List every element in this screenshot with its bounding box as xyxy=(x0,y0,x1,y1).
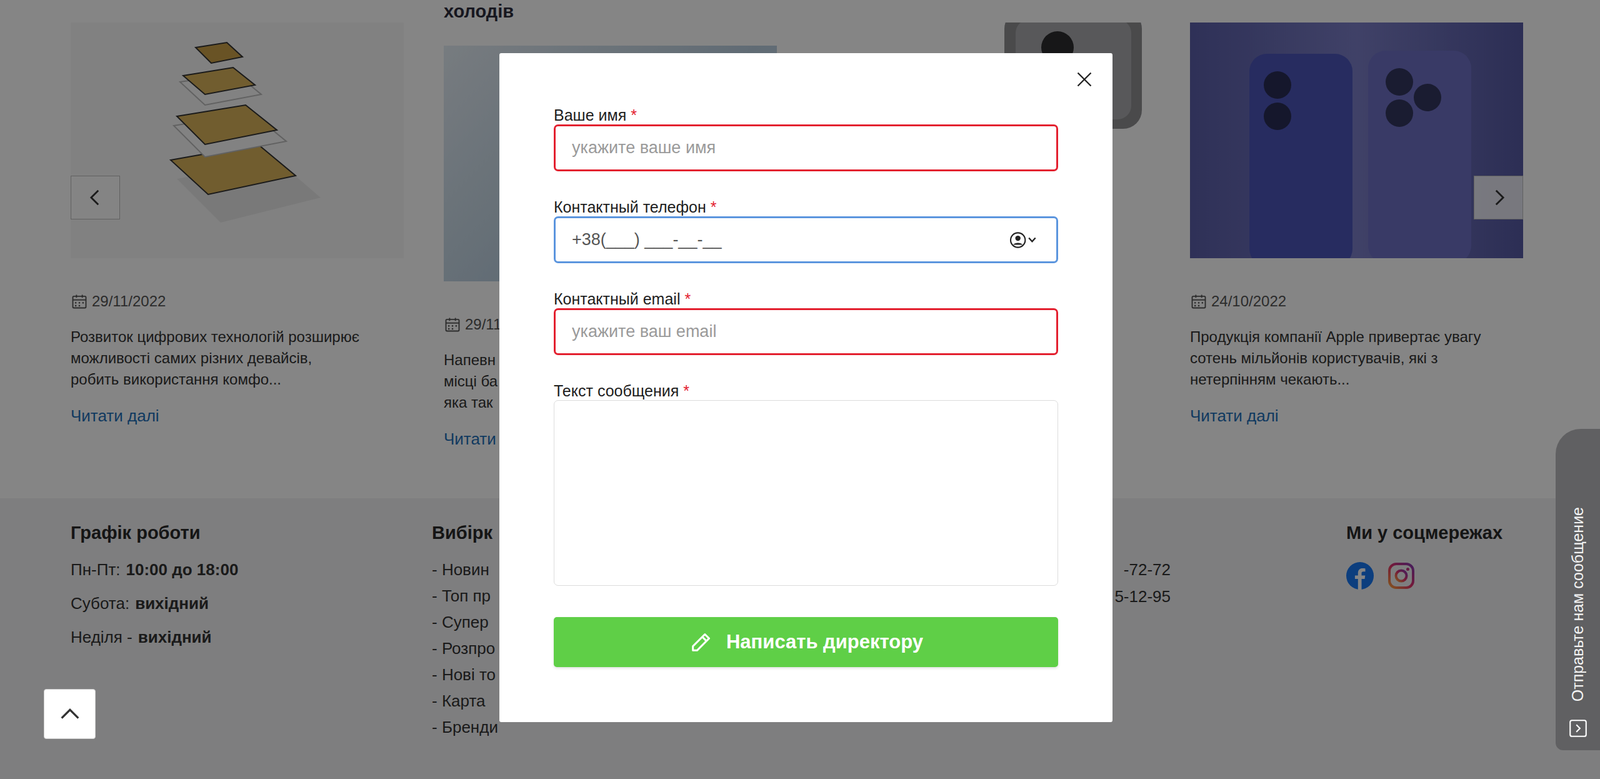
required-mark: * xyxy=(683,381,690,400)
person-chevron-icon xyxy=(1008,231,1039,249)
field-label: Ваше имя * xyxy=(553,105,1059,125)
text-input[interactable] xyxy=(553,308,1059,355)
scroll-top-button[interactable] xyxy=(43,688,96,739)
open-chat-icon xyxy=(1567,717,1589,739)
close-button[interactable] xyxy=(1075,70,1094,90)
required-mark: * xyxy=(630,106,637,124)
chevron-up-icon xyxy=(57,701,83,727)
field-label: Контактный email * xyxy=(553,289,1059,309)
feedback-tab[interactable]: Отправьте нам сообщение xyxy=(1555,428,1600,750)
text-input[interactable] xyxy=(553,124,1059,172)
field-label: Текст сообщения * xyxy=(553,381,1059,400)
required-mark: * xyxy=(684,290,691,308)
contact-form: Ваше имя * Контактный телефон * Контактн… xyxy=(553,105,1059,667)
form-field: Текст сообщения * xyxy=(553,381,1059,586)
field-label: Контактный телефон * xyxy=(553,197,1059,217)
form-field: Ваше имя * xyxy=(553,105,1059,172)
phone-input[interactable] xyxy=(553,216,1059,264)
country-picker[interactable] xyxy=(1008,231,1039,249)
submit-button[interactable]: Написать директору xyxy=(553,616,1059,667)
required-mark: * xyxy=(710,198,717,216)
form-field: Контактный email * xyxy=(553,289,1059,355)
pencil-icon xyxy=(688,629,714,655)
contact-director-modal: Ваше имя * Контактный телефон * Контактн… xyxy=(499,53,1113,722)
form-field: Контактный телефон * xyxy=(553,197,1059,264)
close-icon xyxy=(1075,70,1094,89)
page: 29/11/2022 Розвиток цифрових технологій … xyxy=(0,0,1600,779)
message-textarea[interactable] xyxy=(553,400,1059,586)
